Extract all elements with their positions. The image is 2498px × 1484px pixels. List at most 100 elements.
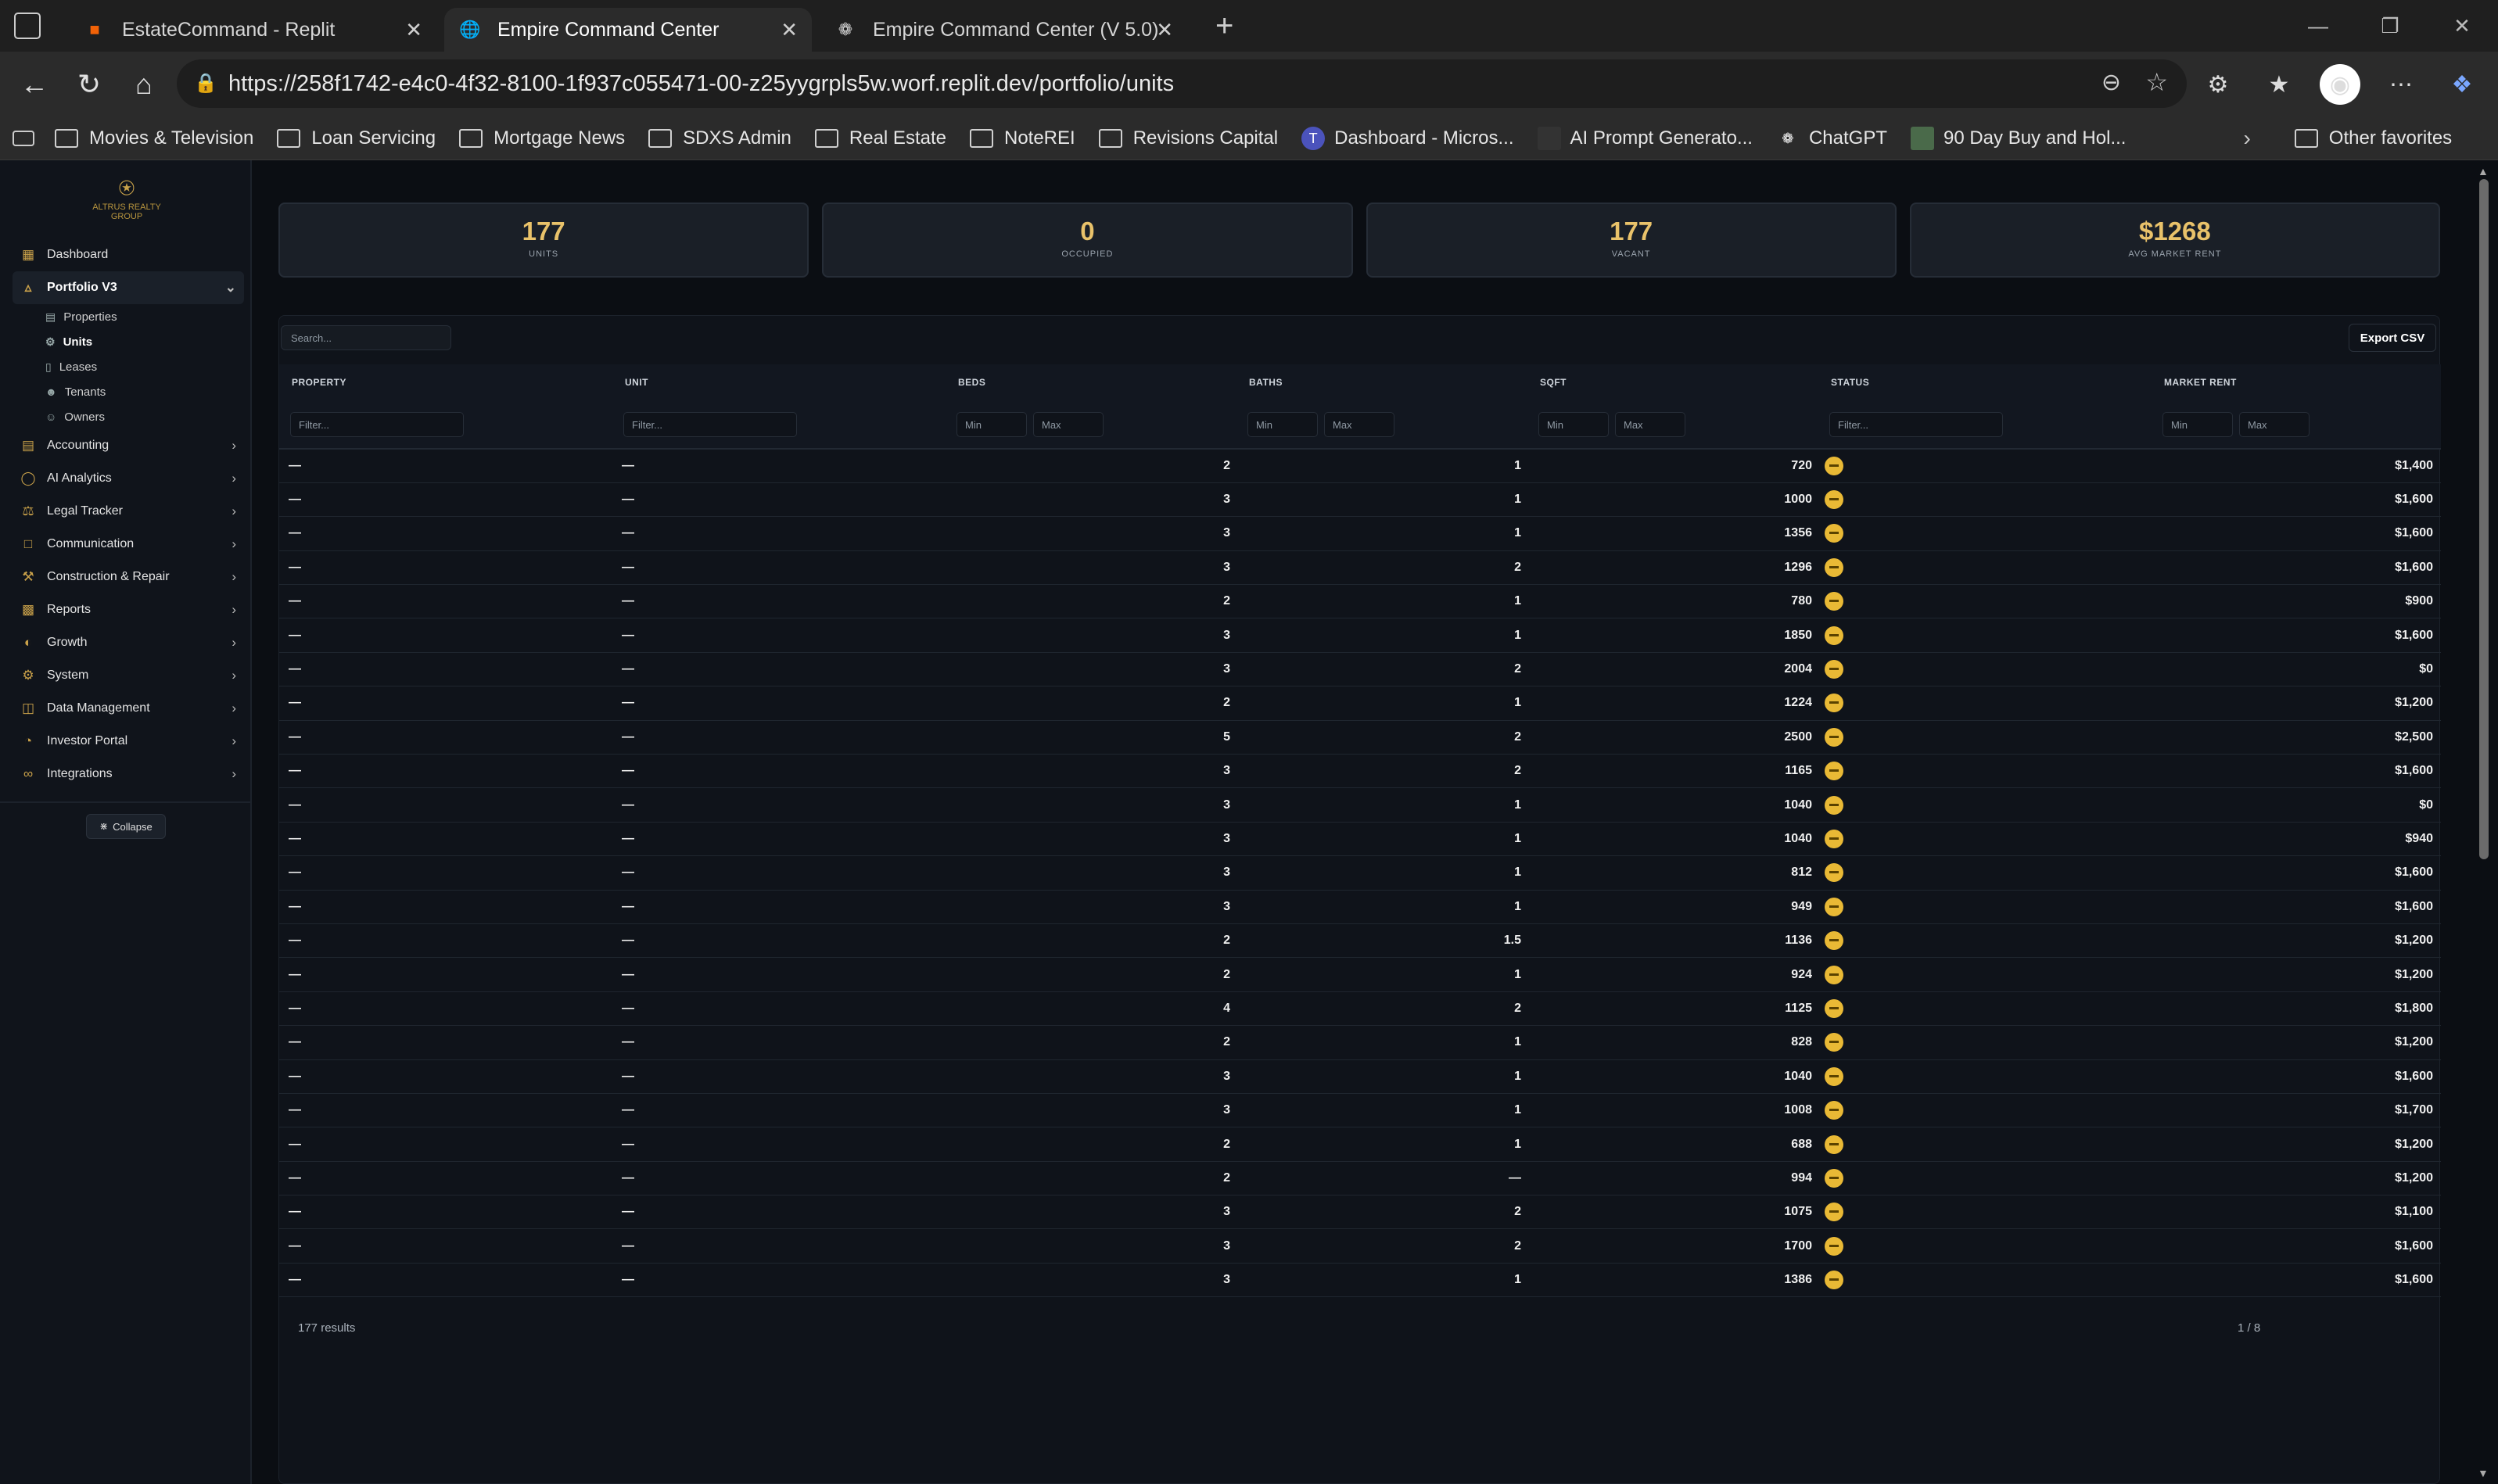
column-header-beds[interactable]: BEDS bbox=[946, 364, 1236, 400]
sidebar-subitem-properties[interactable]: ▤ Properties bbox=[13, 304, 244, 329]
back-icon[interactable]: ← bbox=[14, 64, 55, 105]
beds-min-input[interactable]: Min bbox=[956, 411, 1027, 437]
column-header-sqft[interactable]: SQFT bbox=[1527, 364, 1818, 400]
bookmark-chatgpt[interactable]: ❁ ChatGPT bbox=[1776, 127, 1887, 150]
sidebar-item-growth[interactable]: ◐ Growth › bbox=[13, 626, 244, 659]
baths-max-input[interactable]: Max bbox=[1324, 411, 1394, 437]
table-row[interactable]: — —2 1 780 $900 bbox=[279, 584, 2441, 619]
bookmark-loan-servicing[interactable]: Loan Servicing bbox=[277, 127, 436, 149]
rent-max-input[interactable]: Max bbox=[2239, 411, 2310, 437]
sidebar-item-portfolio-v3[interactable]: ▵ Portfolio V3 ⌄ bbox=[13, 271, 244, 304]
unit-filter-input[interactable]: Filter... bbox=[623, 411, 797, 437]
page-scrollbar[interactable]: ▲ ▼ bbox=[2478, 160, 2490, 1484]
scroll-down-icon[interactable]: ▼ bbox=[2478, 1467, 2489, 1479]
bookmark-ai-prompt[interactable]: AI Prompt Generato... bbox=[1537, 127, 1753, 150]
more-icon[interactable]: ⋯ bbox=[2381, 64, 2421, 105]
bookmark-other-favorites[interactable]: Other favorites bbox=[2294, 127, 2452, 149]
sidebar-item-communication[interactable]: □ Communication › bbox=[13, 528, 244, 561]
column-header-market-rent[interactable]: MARKET RENT bbox=[2152, 364, 2441, 400]
table-row[interactable]: — —3 1 1850 $1,600 bbox=[279, 618, 2441, 653]
table-row[interactable]: — —3 1 1040 $1,600 bbox=[279, 1059, 2441, 1094]
refresh-icon[interactable]: ↻ bbox=[69, 64, 109, 105]
sidebar-item-accounting[interactable]: ▤ Accounting › bbox=[13, 429, 244, 462]
scroll-up-icon[interactable]: ▲ bbox=[2478, 165, 2489, 177]
zoom-icon[interactable]: ⊖ bbox=[2101, 69, 2121, 96]
sidebar-item-ai-analytics[interactable]: ◯ AI Analytics › bbox=[13, 462, 244, 495]
sidebar-item-construction-repair[interactable]: ⚒ Construction & Repair › bbox=[13, 561, 244, 593]
table-row[interactable]: — —2 1 688 $1,200 bbox=[279, 1127, 2441, 1162]
window-close-icon[interactable]: ✕ bbox=[2426, 14, 2498, 38]
sidebar-item-reports[interactable]: ▩ Reports › bbox=[13, 593, 244, 626]
minimize-icon[interactable]: — bbox=[2282, 14, 2354, 38]
column-header-baths[interactable]: BATHS bbox=[1236, 364, 1527, 400]
bookmark-dashboard[interactable]: T Dashboard - Micros... bbox=[1301, 127, 1514, 150]
export-csv-button[interactable]: Export CSV bbox=[2349, 324, 2436, 352]
extensions-icon[interactable]: ⚙ bbox=[2198, 64, 2238, 105]
tab-estatecommand[interactable]: ■ EstateCommand - Replit ✕ bbox=[69, 8, 436, 52]
search-input[interactable]: Search... bbox=[281, 325, 451, 350]
table-row[interactable]: — —3 1 1008 $1,700 bbox=[279, 1093, 2441, 1128]
sqft-max-input[interactable]: Max bbox=[1615, 411, 1685, 437]
tab-empire-command-center[interactable]: 🌐 Empire Command Center ✕ bbox=[444, 8, 812, 52]
close-icon[interactable]: ✕ bbox=[1156, 18, 1173, 42]
column-header-property[interactable]: PROPERTY bbox=[279, 364, 612, 400]
table-row[interactable]: — —2 1.5 1136 $1,200 bbox=[279, 923, 2441, 959]
sidebar-subitem-tenants[interactable]: ☻ Tenants bbox=[13, 379, 244, 404]
close-icon[interactable]: ✕ bbox=[405, 18, 422, 42]
chevron-right-icon[interactable]: › bbox=[2243, 126, 2250, 151]
table-row[interactable]: — —3 1 1040 $0 bbox=[279, 787, 2441, 823]
sidebar-item-system[interactable]: ⚙ System › bbox=[13, 659, 244, 692]
column-header-unit[interactable]: UNIT bbox=[612, 364, 946, 400]
scrollbar-thumb[interactable] bbox=[2479, 179, 2489, 859]
bookmark-revisions-capital[interactable]: Revisions Capital bbox=[1098, 127, 1278, 149]
home-icon[interactable]: ⌂ bbox=[124, 64, 164, 105]
table-row[interactable]: — —3 2 1296 $1,600 bbox=[279, 550, 2441, 586]
table-row[interactable]: — —3 1 1040 $940 bbox=[279, 822, 2441, 857]
property-filter-input[interactable]: Filter... bbox=[290, 411, 464, 437]
sqft-min-input[interactable]: Min bbox=[1538, 411, 1609, 437]
close-icon[interactable]: ✕ bbox=[781, 18, 798, 42]
table-row[interactable]: — —2 1 1224 $1,200 bbox=[279, 686, 2441, 721]
favorites-icon[interactable]: ★ bbox=[2259, 64, 2299, 105]
tab-empire-command-center-v5[interactable]: ❁ Empire Command Center (V 5.0) ✕ bbox=[820, 8, 1187, 52]
sidebar-subitem-owners[interactable]: ☺ Owners bbox=[13, 404, 244, 429]
table-row[interactable]: — —3 1 1000 $1,600 bbox=[279, 482, 2441, 518]
tab-actions-icon[interactable] bbox=[14, 13, 41, 39]
table-row[interactable]: — —3 2 1075 $1,100 bbox=[279, 1195, 2441, 1230]
sidebar-item-investor-portal[interactable]: ◔ Investor Portal › bbox=[13, 725, 244, 758]
lock-icon[interactable]: 🔒 bbox=[194, 72, 217, 95]
table-row[interactable]: — —3 2 1165 $1,600 bbox=[279, 754, 2441, 789]
restore-icon[interactable]: ❐ bbox=[2354, 14, 2426, 38]
new-tab-icon[interactable]: + bbox=[1215, 9, 1233, 44]
table-row[interactable]: — —3 1 949 $1,600 bbox=[279, 890, 2441, 924]
table-row[interactable]: — —2 1 720 $1,400 bbox=[279, 449, 2441, 483]
sidebar-subitem-units[interactable]: ⚙ Units bbox=[13, 329, 244, 354]
table-row[interactable]: — —3 1 1356 $1,600 bbox=[279, 516, 2441, 551]
table-row[interactable]: — —2 1 828 $1,200 bbox=[279, 1025, 2441, 1060]
sidebar-item-data-management[interactable]: ◫ Data Management › bbox=[13, 692, 244, 725]
baths-min-input[interactable]: Min bbox=[1247, 411, 1318, 437]
column-header-status[interactable]: STATUS bbox=[1818, 364, 2152, 400]
bookmark-real-estate[interactable]: Real Estate bbox=[814, 127, 946, 149]
table-row[interactable]: — —4 2 1125 $1,800 bbox=[279, 991, 2441, 1027]
table-row[interactable]: — —3 2 2004 $0 bbox=[279, 652, 2441, 687]
profile-avatar[interactable]: ◉ bbox=[2320, 64, 2360, 105]
status-filter-input[interactable]: Filter... bbox=[1829, 411, 2003, 437]
table-row[interactable]: — —2 1 924 $1,200 bbox=[279, 957, 2441, 992]
beds-max-input[interactable]: Max bbox=[1033, 411, 1104, 437]
sidebar-item-integrations[interactable]: ∞ Integrations › bbox=[13, 758, 244, 790]
sidebar-subitem-leases[interactable]: ▯ Leases bbox=[13, 354, 244, 379]
bookmark-movies[interactable]: Movies & Television bbox=[55, 127, 253, 149]
favorite-star-icon[interactable]: ☆ bbox=[2145, 67, 2168, 97]
table-row[interactable]: — —5 2 2500 $2,500 bbox=[279, 720, 2441, 755]
bookmark-90-day[interactable]: 90 Day Buy and Hol... bbox=[1910, 127, 2126, 150]
bookmark-noterei[interactable]: NoteREI bbox=[969, 127, 1075, 149]
sidebar-item-dashboard[interactable]: ▦ Dashboard bbox=[13, 238, 244, 271]
collapse-button[interactable]: ⋇ Collapse bbox=[86, 814, 166, 839]
url-field[interactable]: 🔒 https://258f1742-e4c0-4f32-8100-1f937c… bbox=[177, 59, 2187, 108]
table-row[interactable]: — —3 2 1700 $1,600 bbox=[279, 1228, 2441, 1264]
reading-list-icon[interactable] bbox=[13, 131, 34, 146]
bookmark-mortgage-news[interactable]: Mortgage News bbox=[459, 127, 625, 149]
bookmark-sdxs-admin[interactable]: SDXS Admin bbox=[648, 127, 791, 149]
table-row[interactable]: — —2—994 $1,200 bbox=[279, 1161, 2441, 1196]
